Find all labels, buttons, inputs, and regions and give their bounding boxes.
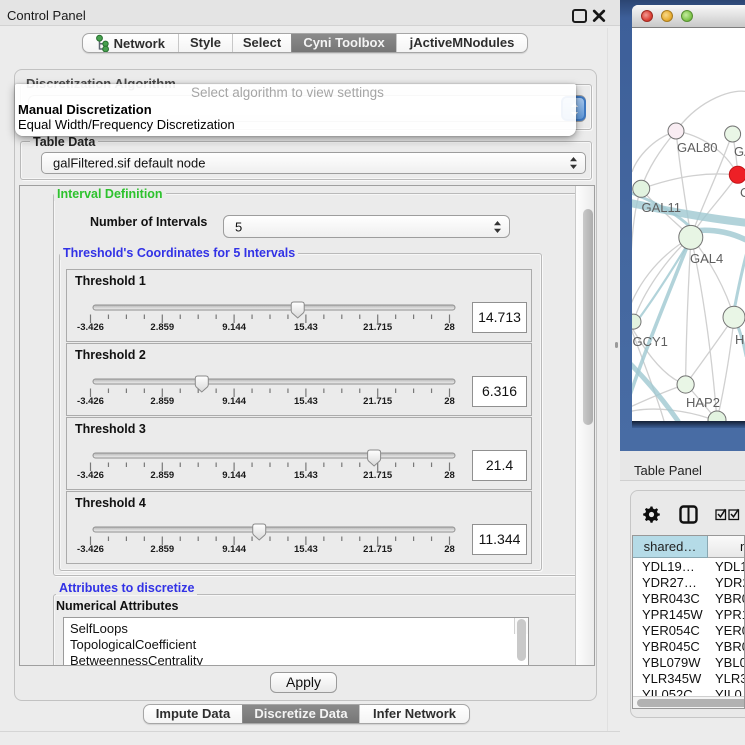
svg-text:GA: GA xyxy=(734,144,745,159)
svg-text:H: H xyxy=(735,332,744,347)
svg-text:C: C xyxy=(740,185,745,200)
svg-text:GAL4: GAL4 xyxy=(690,251,723,266)
svg-text:GAL80: GAL80 xyxy=(677,140,717,155)
svg-text:GCY1: GCY1 xyxy=(633,334,668,349)
svg-text:HAP2: HAP2 xyxy=(686,395,720,410)
svg-text:GAL11: GAL11 xyxy=(642,200,682,215)
